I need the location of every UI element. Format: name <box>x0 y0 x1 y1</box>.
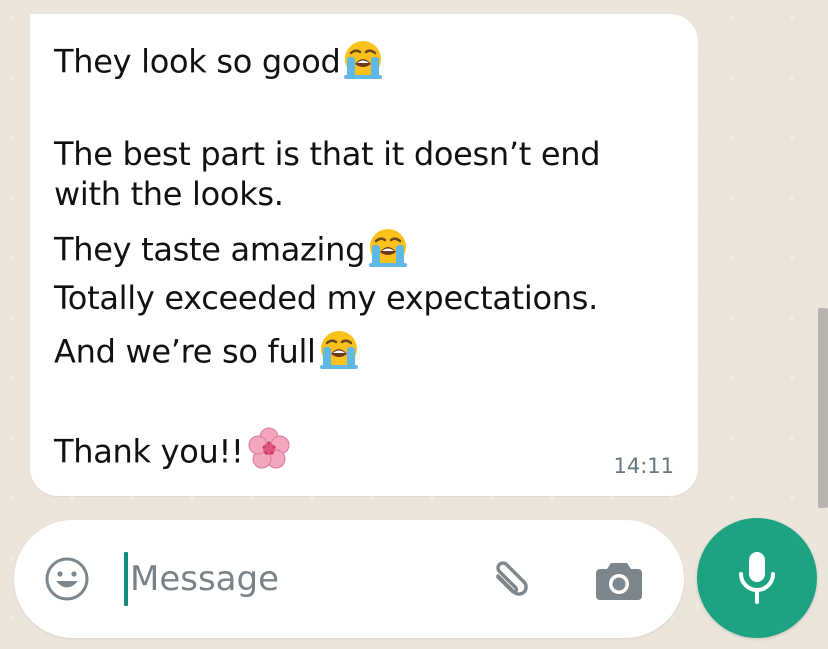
crying-face-emoji-icon <box>342 38 384 89</box>
message-line-text: And we’re so full <box>54 332 316 371</box>
camera-button[interactable] <box>594 556 644 604</box>
microphone-icon <box>739 552 775 604</box>
message-line: Totally exceeded my expectations. <box>54 279 599 317</box>
message-line: with the looks. <box>54 175 284 213</box>
message-line: They look so good <box>54 38 384 89</box>
emoji-button[interactable] <box>44 556 90 602</box>
message-line-text: They taste amazing <box>54 230 366 269</box>
message-line-text: They look so good <box>54 42 341 81</box>
message-input[interactable] <box>130 548 460 610</box>
crying-face-emoji-icon <box>318 328 360 379</box>
smiley-icon <box>45 557 89 601</box>
message-line: The best part is that it doesn’t end <box>54 135 601 173</box>
cherry-blossom-emoji-icon <box>246 426 292 481</box>
crying-face-emoji-icon <box>367 226 409 277</box>
message-line: Thank you!! <box>54 426 292 481</box>
scroll-indicator[interactable] <box>818 308 828 508</box>
message-composer <box>14 520 684 638</box>
message-line-text: Thank you!! <box>54 432 244 471</box>
message-timestamp: 14:11 <box>613 454 674 478</box>
message-line: They taste amazing <box>54 226 409 277</box>
attach-button[interactable] <box>484 554 536 606</box>
paperclip-icon <box>496 561 528 596</box>
text-caret <box>124 552 128 606</box>
camera-icon <box>596 563 642 600</box>
message-bubble[interactable]: They look so good The best part is that … <box>30 14 698 496</box>
message-line: And we’re so full <box>54 328 360 379</box>
mic-button[interactable] <box>697 518 817 638</box>
